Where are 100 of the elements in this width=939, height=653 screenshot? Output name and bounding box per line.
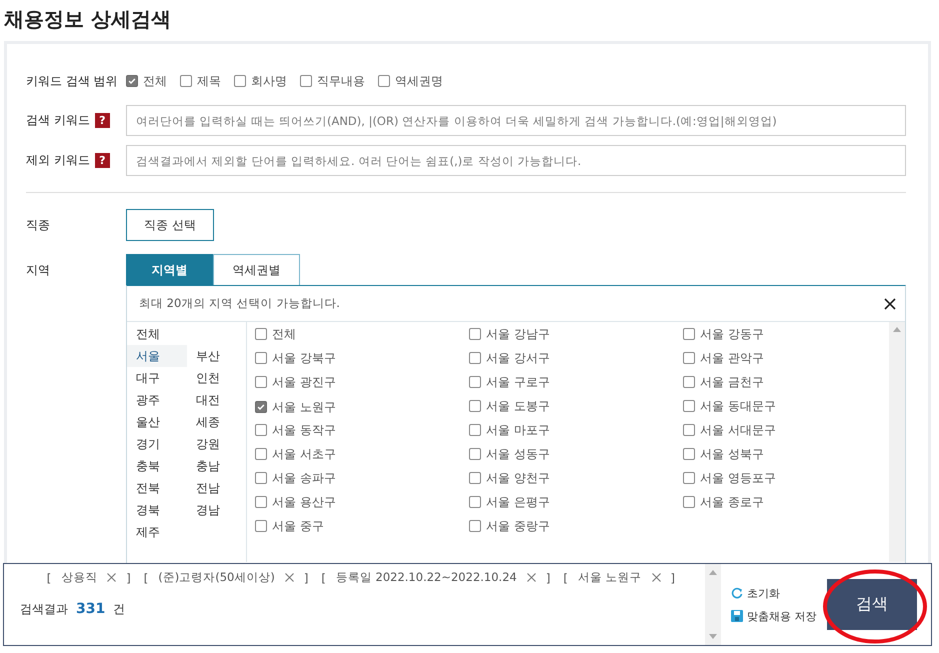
region-tab[interactable]: 역세권별 bbox=[213, 254, 300, 285]
checkbox[interactable] bbox=[255, 496, 267, 508]
checkbox[interactable] bbox=[378, 75, 390, 87]
checkbox[interactable] bbox=[255, 352, 267, 364]
province-item[interactable]: 전체 bbox=[127, 323, 246, 345]
help-icon[interactable]: ? bbox=[94, 153, 110, 168]
checkbox-label: 서울 양천구 bbox=[486, 470, 550, 486]
checkbox[interactable] bbox=[469, 352, 481, 364]
checkbox[interactable] bbox=[234, 75, 246, 87]
province-item[interactable]: 충남 bbox=[187, 455, 246, 477]
checkbox[interactable] bbox=[683, 496, 695, 508]
scroll-up-icon[interactable] bbox=[709, 570, 717, 575]
checkbox[interactable] bbox=[126, 75, 138, 87]
remove-icon[interactable] bbox=[107, 573, 116, 582]
checkbox[interactable] bbox=[683, 424, 695, 436]
province-item[interactable]: 대구 bbox=[127, 367, 187, 389]
remove-icon[interactable] bbox=[284, 573, 294, 582]
checkbox-label: 서울 송파구 bbox=[272, 470, 336, 486]
filter-tag[interactable]: [ 상용직 ] bbox=[46, 570, 131, 585]
filter-tag[interactable]: [ 등록일 2022.10.22~2022.10.24 ] bbox=[321, 570, 550, 585]
scroll-up-icon[interactable] bbox=[893, 327, 901, 332]
province-item[interactable]: 경북 bbox=[127, 499, 187, 521]
checkbox[interactable] bbox=[255, 401, 267, 413]
scrollbar[interactable] bbox=[705, 564, 721, 645]
remove-icon[interactable] bbox=[652, 573, 660, 582]
checkbox[interactable] bbox=[255, 520, 267, 532]
checkbox-label: 서울 관악구 bbox=[700, 350, 764, 366]
checkbox[interactable] bbox=[469, 496, 481, 508]
checkbox[interactable] bbox=[683, 376, 695, 388]
checkbox[interactable] bbox=[469, 400, 481, 412]
checkbox[interactable] bbox=[683, 472, 695, 484]
refresh-icon bbox=[731, 587, 743, 599]
province-item[interactable]: 전남 bbox=[187, 477, 246, 499]
region-tab[interactable]: 지역별 bbox=[126, 254, 213, 285]
checkbox[interactable] bbox=[469, 472, 481, 484]
checkbox-label: 전체 bbox=[143, 72, 167, 90]
province-item[interactable]: 광주 bbox=[127, 389, 187, 411]
checkbox-label: 서울 영등포구 bbox=[700, 470, 776, 486]
province-item[interactable]: 인천 bbox=[187, 367, 246, 389]
checkbox[interactable] bbox=[255, 424, 267, 436]
checkbox[interactable] bbox=[469, 376, 481, 388]
checkbox-label: 서울 구로구 bbox=[486, 374, 550, 390]
province-item[interactable]: 부산 bbox=[187, 345, 246, 367]
checkbox-label: 역세권명 bbox=[395, 72, 443, 90]
result-label: 검색결과 bbox=[20, 601, 68, 618]
province-item[interactable]: 제주 bbox=[127, 521, 187, 543]
province-item[interactable]: 충북 bbox=[127, 455, 187, 477]
checkbox-label: 서울 용산구 bbox=[272, 494, 336, 510]
search-button[interactable]: 검색 bbox=[827, 579, 917, 630]
checkbox-label: 서울 강남구 bbox=[486, 326, 550, 342]
notice-text: 최대 20개의 지역 선택이 가능합니다. bbox=[139, 296, 340, 311]
filter-tag[interactable]: [ 서울 노원구 ] bbox=[563, 570, 675, 585]
checkbox[interactable] bbox=[180, 75, 192, 87]
check-icon bbox=[256, 402, 266, 412]
keyword-input[interactable]: 검색결과에서 제외할 단어를 입력하세요. 여러 단어는 쉼표(,)로 작성이 가능합니다. bbox=[126, 145, 906, 176]
checkbox[interactable] bbox=[255, 448, 267, 460]
checkbox-label: 서울 중랑구 bbox=[486, 518, 550, 534]
save-link[interactable]: 맞춤채용 저장 bbox=[731, 608, 816, 624]
checkbox[interactable] bbox=[469, 520, 481, 532]
check-icon bbox=[127, 76, 137, 86]
keyword-input[interactable]: 여러단어를 입력하실 때는 띄어쓰기(AND), |(OR) 연산자를 이용하여 더욱 세밀하게 검색 가능합니다.(예:영업|해외영업) bbox=[126, 105, 906, 136]
checkbox-label: 회사명 bbox=[251, 72, 287, 90]
checkbox[interactable] bbox=[300, 75, 312, 87]
province-item[interactable]: 전북 bbox=[127, 477, 187, 499]
checkbox-label: 직무내용 bbox=[317, 72, 365, 90]
checkbox-label: 서울 광진구 bbox=[272, 374, 336, 390]
checkbox[interactable] bbox=[683, 352, 695, 364]
remove-icon[interactable] bbox=[526, 573, 536, 582]
checkbox[interactable] bbox=[683, 448, 695, 460]
page-title: 채용정보 상세검색 bbox=[3, 6, 172, 33]
province-item[interactable]: 경남 bbox=[187, 499, 246, 521]
checkbox-label: 서울 중구 bbox=[272, 518, 324, 534]
checkbox-label: 서울 동대문구 bbox=[700, 398, 776, 414]
province-item[interactable]: 울산 bbox=[127, 411, 187, 433]
checkbox[interactable] bbox=[255, 376, 267, 388]
checkbox[interactable] bbox=[469, 328, 481, 340]
close-icon[interactable] bbox=[884, 298, 896, 310]
filter-tag[interactable]: [ (준)고령자(50세이상) ] bbox=[144, 570, 308, 585]
result-count: 331 bbox=[76, 601, 106, 617]
province-item[interactable]: 경기 bbox=[127, 433, 187, 455]
checkbox-label: 서울 노원구 bbox=[272, 398, 336, 416]
checkbox[interactable] bbox=[469, 448, 481, 460]
scroll-down-icon[interactable] bbox=[709, 634, 717, 639]
checkbox[interactable] bbox=[255, 472, 267, 484]
checkbox-label: 서울 마포구 bbox=[486, 422, 550, 438]
checkbox[interactable] bbox=[683, 400, 695, 412]
checkbox[interactable] bbox=[255, 328, 267, 340]
field-label: 지역 bbox=[26, 262, 51, 279]
checkbox[interactable] bbox=[683, 328, 695, 340]
province-item[interactable]: 강원 bbox=[187, 433, 246, 455]
province-item[interactable]: 대전 bbox=[187, 389, 246, 411]
checkbox[interactable] bbox=[469, 424, 481, 436]
province-item[interactable]: 세종 bbox=[187, 411, 246, 433]
reset-link[interactable]: 초기화 bbox=[731, 586, 816, 600]
help-icon[interactable]: ? bbox=[94, 113, 110, 128]
job-select-button[interactable]: 직종 선택 bbox=[126, 209, 214, 241]
scrollbar[interactable] bbox=[889, 322, 905, 562]
province-item[interactable]: 서울 bbox=[127, 345, 187, 367]
checkbox-label: 서울 성북구 bbox=[700, 446, 764, 462]
checkbox-label: 제목 bbox=[197, 72, 221, 90]
